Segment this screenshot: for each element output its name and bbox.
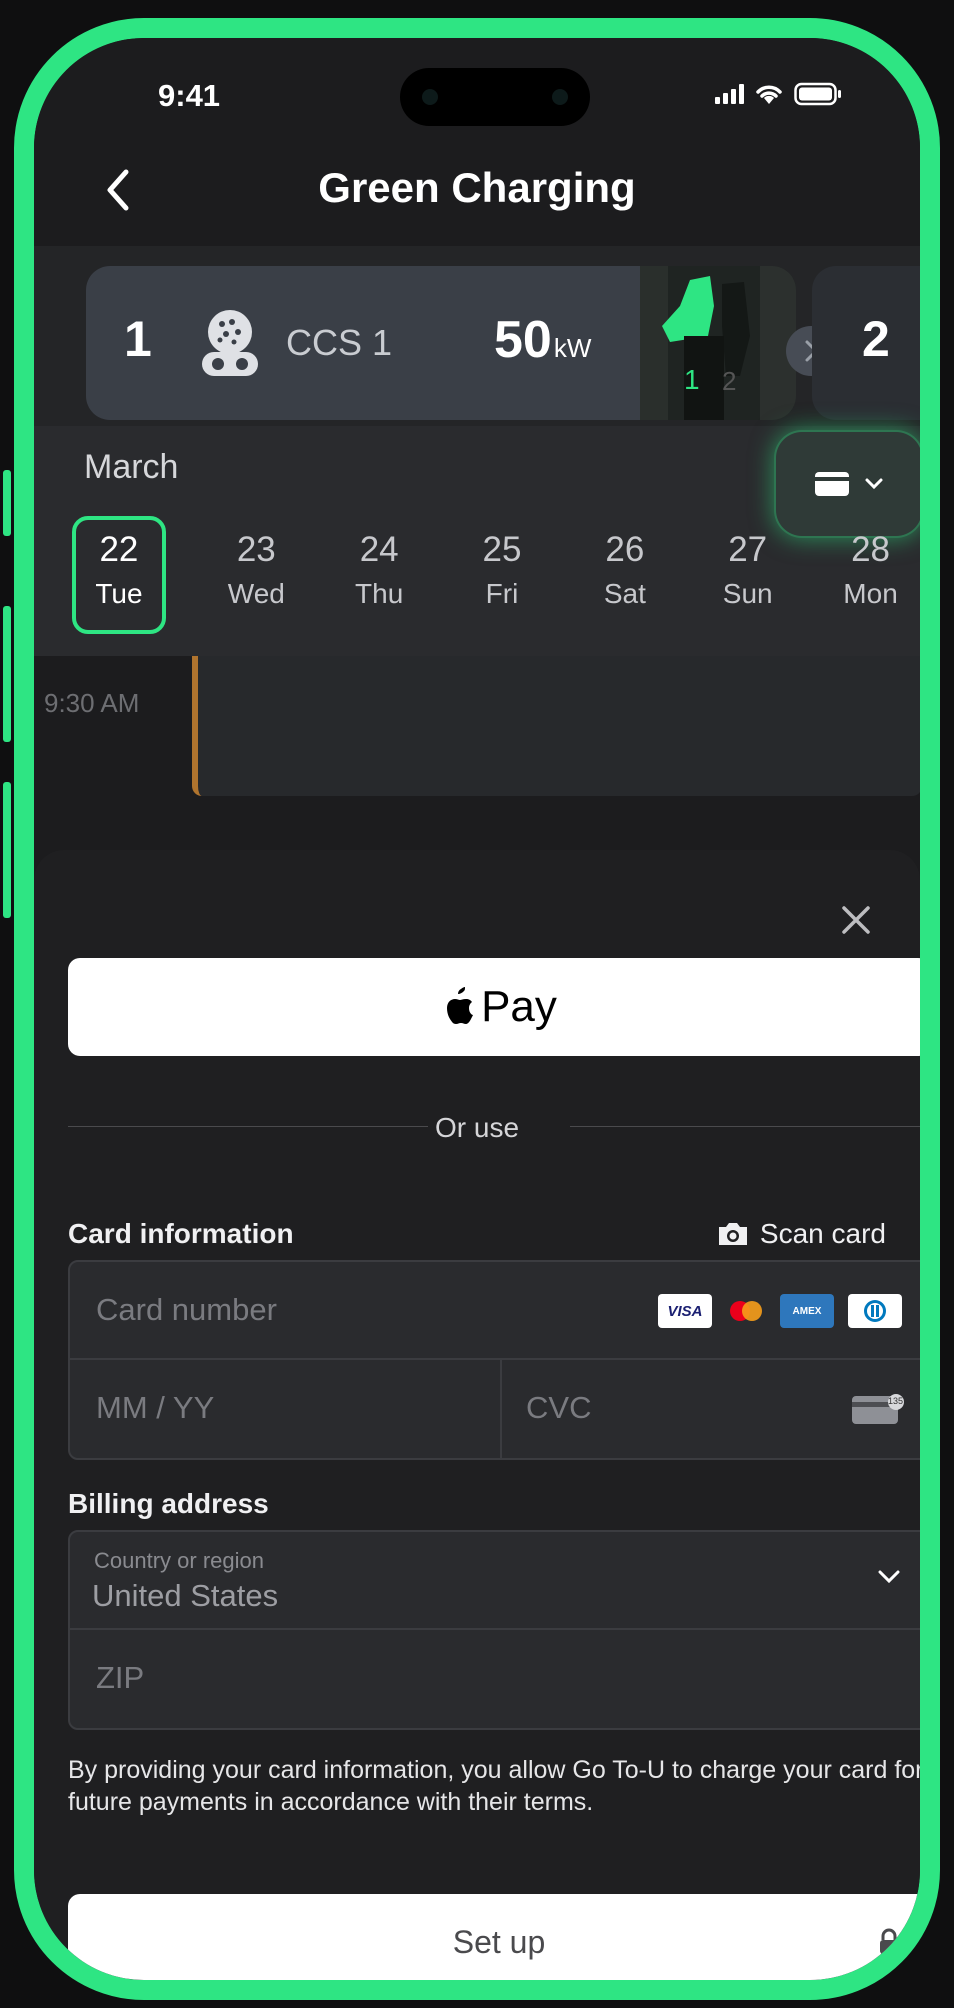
photo-label-1: 1: [684, 364, 700, 395]
time-slot-label: 9:30 AM: [44, 688, 140, 718]
set-up-label: Set up: [452, 1923, 546, 1960]
day-date: 28: [851, 530, 890, 569]
day-weekday: Sun: [722, 578, 773, 609]
apple-logo-icon: [447, 987, 474, 1024]
charger-photo-image: [640, 266, 796, 420]
scan-card-label: Scan card: [759, 1218, 886, 1249]
dynamic-island: [400, 68, 590, 126]
page-title: Green Charging: [318, 164, 636, 211]
billing-fields: Country or region United States ZIP: [68, 1530, 920, 1730]
card-icon: [815, 472, 849, 496]
day-weekday: Wed: [227, 578, 285, 609]
mastercard-logo-icon: [726, 1294, 766, 1328]
power-unit: kW: [553, 333, 592, 363]
month-label: March: [84, 448, 179, 486]
charger-number-2: 2: [862, 311, 890, 367]
battery-icon: [794, 82, 841, 106]
chevron-down-icon: [878, 1570, 900, 1584]
day-22[interactable]: 22 Tue: [72, 516, 166, 634]
card-number-field[interactable]: Card number VISA AMEX: [70, 1262, 920, 1360]
day-date: 24: [359, 530, 399, 569]
cellular-signal-icon: [715, 84, 744, 104]
day-date: 25: [482, 530, 522, 569]
close-icon[interactable]: [836, 900, 876, 940]
day-27[interactable]: 27 Sun: [686, 516, 809, 634]
apple-pay-button[interactable]: Pay: [68, 958, 920, 1056]
visa-logo-icon: VISA: [658, 1294, 712, 1328]
charger-number: 1: [124, 311, 152, 367]
expiry-field[interactable]: MM / YY: [96, 1390, 214, 1426]
date-picker: March 22 Tue 23 Wed 24 Thu 25 Fri 26 Sat 27 Su…: [34, 426, 920, 656]
camera-icon: [718, 1223, 747, 1245]
connector-type: CCS 1: [286, 322, 393, 363]
ccs-plug-icon: [202, 310, 258, 376]
card-fields: Card number VISA AMEX MM / YY CVC 135: [68, 1260, 920, 1460]
day-weekday: Fri: [485, 578, 519, 609]
day-date: 22: [99, 530, 139, 569]
cvc-field[interactable]: CVC: [526, 1390, 591, 1426]
chevron-down-icon: [865, 478, 883, 490]
payment-sheet: Pay Or use Card information Scan card Ca…: [34, 850, 920, 1980]
day-24[interactable]: 24 Thu: [318, 516, 441, 634]
status-bar: 9:41: [34, 38, 920, 168]
day-weekday: Thu: [355, 578, 404, 609]
card-brands: VISA AMEX: [658, 1294, 902, 1328]
day-25[interactable]: 25 Fri: [441, 516, 564, 634]
status-icons: [715, 82, 842, 106]
zip-placeholder: ZIP: [96, 1660, 145, 1695]
side-button-volume-up: [3, 606, 11, 742]
side-button-mute: [3, 470, 11, 536]
card-number-placeholder: Card number: [96, 1292, 277, 1327]
day-weekday: Mon: [843, 578, 898, 609]
status-time: 9:41: [158, 78, 221, 113]
cvc-icon-text: 135: [888, 1396, 904, 1406]
scan-card-button[interactable]: Scan card: [716, 1218, 886, 1250]
day-date: 27: [728, 530, 768, 569]
amex-logo-icon: AMEX: [780, 1294, 834, 1328]
day-28[interactable]: 28 Mon: [809, 516, 920, 634]
day-23[interactable]: 23 Wed: [195, 516, 318, 634]
photo-label-2: 2: [722, 366, 737, 396]
day-date: 23: [236, 530, 276, 569]
or-use-label: Or use: [434, 1112, 520, 1143]
cvc-card-icon: 135: [850, 1392, 904, 1426]
country-label: Country or region: [94, 1548, 264, 1573]
day-weekday: Tue: [95, 578, 143, 609]
charger-card-2[interactable]: 2: [812, 266, 920, 420]
zip-field[interactable]: ZIP: [70, 1630, 920, 1728]
set-up-button[interactable]: Set up: [68, 1894, 920, 1980]
power-value: 50: [494, 311, 552, 369]
phone-frame: 9:41 Green Charging 1 CCS 1 50kW 1 2 2 M…: [14, 18, 940, 2000]
charger-selector: 1 CCS 1 50kW 1 2 2: [34, 246, 920, 426]
country-value: United States: [92, 1578, 279, 1613]
expiry-cvc-row: MM / YY CVC 135: [70, 1360, 920, 1458]
country-select[interactable]: Country or region United States: [70, 1532, 920, 1630]
wifi-icon: [756, 85, 782, 104]
side-button-volume-down: [3, 782, 11, 918]
diners-logo-icon: [848, 1294, 902, 1328]
lock-icon: [880, 1928, 898, 1954]
charger-card-1[interactable]: 1 CCS 1 50kW 1 2: [86, 266, 796, 420]
day-strip: 22 Tue 23 Wed 24 Thu 25 Fri 26 Sat 27 Sun 28 Mo…: [72, 516, 920, 634]
booking-block[interactable]: [192, 656, 920, 796]
day-date: 26: [605, 530, 645, 569]
charger-power: 50kW: [494, 310, 591, 370]
apple-pay-label: Pay: [481, 982, 557, 1031]
billing-address-label: Billing address: [68, 1488, 269, 1519]
card-information-label: Card information: [68, 1218, 294, 1249]
legal-text: By providing your card information, you …: [68, 1756, 924, 1816]
day-26[interactable]: 26 Sat: [563, 516, 686, 634]
day-weekday: Sat: [603, 578, 646, 609]
schedule-timeline: 9:30 AM: [34, 656, 920, 856]
charger-photo: 1 2: [640, 266, 796, 420]
